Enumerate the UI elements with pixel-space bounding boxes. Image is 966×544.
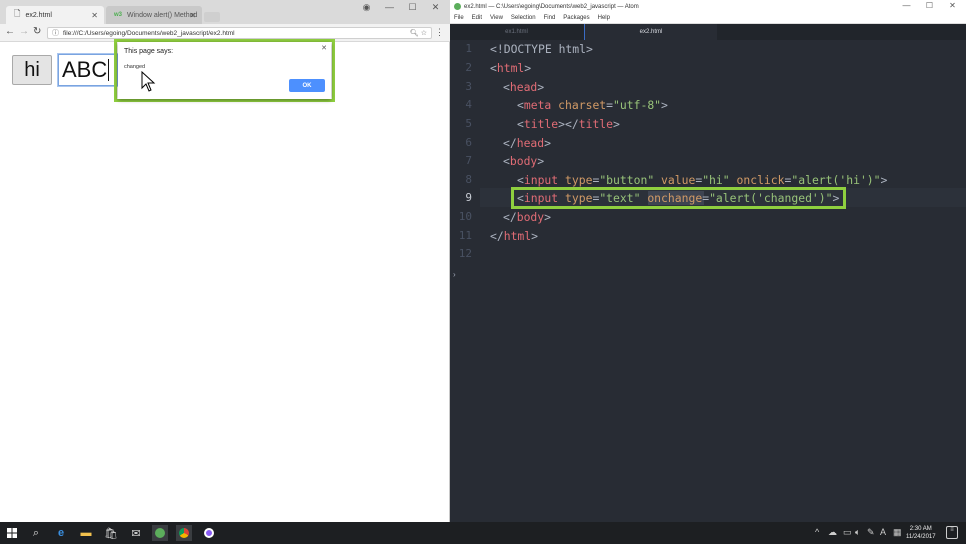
atom-editor-window: ex2.html — C:\Users\egoing\Documents\web… — [450, 0, 966, 522]
volume-icon[interactable]: 🔈︎ — [855, 527, 860, 538]
taskbar-clock[interactable]: 2:30 AM 11/24/2017 — [906, 525, 936, 541]
tab-ex2[interactable]: ex2.html — [584, 24, 717, 40]
hi-button[interactable]: hi — [12, 55, 52, 85]
menu-help[interactable]: Help — [598, 13, 610, 23]
browser-window-controls: ◉ — ☐ ✕ — [355, 2, 447, 14]
page-icon: 🗋 — [14, 9, 21, 18]
editor-menu-bar: File Edit View Selection Find Packages H… — [450, 13, 966, 24]
ok-button[interactable]: OK — [289, 79, 325, 92]
code-line-5: <title></title> — [517, 117, 620, 131]
tab-label: ex2.html — [25, 11, 52, 19]
menu-view[interactable]: View — [490, 13, 503, 23]
editor-tab-bar: ex1.html ex2.html — [450, 24, 966, 40]
new-tab-button[interactable] — [204, 12, 220, 22]
line-number: 11 — [458, 229, 472, 242]
minimize-icon[interactable]: — — [895, 1, 918, 13]
atom-app-icon[interactable] — [152, 525, 168, 541]
text-input[interactable]: ABC — [58, 54, 118, 86]
keyboard-icon[interactable]: ▦ — [893, 527, 902, 538]
pen-icon[interactable]: ✎ — [867, 527, 875, 538]
search-icon[interactable]: ⌕ — [28, 525, 44, 541]
notification-icon[interactable]: ≡ — [946, 526, 958, 539]
edge-browser-icon[interactable]: e — [53, 525, 69, 541]
close-icon[interactable]: ✕ — [424, 2, 447, 14]
maximize-icon[interactable]: ☐ — [918, 1, 941, 13]
code-line-2: <html> — [490, 61, 532, 75]
bookmark-star-icon[interactable]: 🔍︎ ☆ — [410, 29, 427, 37]
profile-icon[interactable]: ◉ — [355, 2, 378, 14]
address-bar[interactable]: ⓘ file:///C:/Users/egoing/Documents/web2… — [47, 27, 432, 39]
menu-selection[interactable]: Selection — [511, 13, 536, 23]
line-number: 4 — [465, 98, 472, 111]
recorder-app-icon[interactable] — [201, 525, 217, 541]
w3-icon: w3 — [114, 12, 123, 18]
chrome-app-icon[interactable] — [176, 525, 192, 541]
text-input-value: ABC — [62, 57, 108, 82]
code-line-3: <head> — [503, 80, 545, 94]
atom-logo-icon — [454, 3, 461, 10]
tab-close-icon[interactable]: ✕ — [91, 11, 98, 20]
close-icon[interactable]: ✕ — [941, 1, 964, 13]
line-number: 8 — [465, 173, 472, 186]
language-icon[interactable]: A — [880, 527, 886, 537]
menu-find[interactable]: Find — [544, 13, 556, 23]
line-number: 12 — [458, 247, 472, 260]
code-line-7: <body> — [503, 154, 545, 168]
reload-icon[interactable]: ↻ — [33, 26, 41, 37]
code-line-4: <meta charset="utf-8"> — [517, 98, 668, 112]
close-icon[interactable]: ✕ — [321, 44, 327, 52]
browser-tab-ex2[interactable]: 🗋 ex2.html ✕ — [6, 6, 104, 24]
windows-start-icon[interactable] — [4, 525, 20, 541]
tray-chevron-icon[interactable]: ^ — [815, 527, 819, 537]
maximize-icon[interactable]: ☐ — [401, 2, 424, 14]
alert-message: changed — [124, 64, 146, 70]
code-line-8: <input type="button" value="hi" onclick=… — [517, 173, 888, 187]
tab-ex1[interactable]: ex1.html — [450, 24, 583, 40]
code-line-11: </html> — [490, 229, 539, 243]
tray-network-icon[interactable]: ☁︎ — [828, 527, 837, 538]
browser-tab-w3[interactable]: w3 Window alert() Method ✕ — [106, 6, 202, 24]
tray-display-icon[interactable]: ▭ — [843, 527, 852, 538]
menu-dots-icon[interactable]: ⋮ — [435, 27, 444, 38]
mail-icon[interactable]: ✉︎ — [128, 525, 144, 541]
alert-title: This page says: — [124, 48, 174, 55]
file-explorer-icon[interactable]: ▬ — [78, 525, 94, 541]
fold-chevron-icon[interactable]: › — [453, 270, 456, 279]
line-number: 6 — [465, 136, 472, 149]
line-number-active: 9 — [465, 191, 472, 204]
browser-tab-bar: 🗋 ex2.html ✕ w3 Window alert() Method ✕ … — [0, 0, 450, 24]
menu-file[interactable]: File — [454, 13, 464, 23]
code-line-1: <!DOCTYPE html> — [490, 42, 593, 56]
line-number: 2 — [465, 61, 472, 74]
line-number: 1 — [465, 42, 472, 55]
url-text: file:///C:/Users/egoing/Documents/web2_j… — [63, 29, 235, 37]
line-number: 7 — [465, 154, 472, 167]
editor-window-controls: — ☐ ✕ — [895, 1, 964, 13]
forward-arrow-icon[interactable]: → — [19, 26, 29, 37]
line-number: 3 — [465, 80, 472, 93]
line-number: 5 — [465, 117, 472, 130]
menu-packages[interactable]: Packages — [563, 13, 589, 23]
info-icon[interactable]: ⓘ — [52, 28, 59, 38]
mouse-cursor-icon — [141, 71, 156, 92]
clock-time: 2:30 AM — [909, 526, 932, 532]
minimize-icon[interactable]: — — [378, 2, 401, 14]
windows-taskbar: ⌕ e ▬ 🛍︎ ✉︎ ^ ☁︎ ▭ 🔈︎ ✎ A ▦ 2:30 AM 11/2… — [0, 522, 966, 544]
tab-close-icon[interactable]: ✕ — [189, 11, 196, 20]
code-line-6: </head> — [503, 136, 552, 150]
menu-edit[interactable]: Edit — [472, 13, 482, 23]
tab-label: Window alert() Method — [127, 11, 198, 19]
code-line-10: </body> — [503, 210, 552, 224]
code-highlight-box — [511, 187, 846, 209]
line-number: 10 — [458, 210, 472, 223]
back-arrow-icon[interactable]: ← — [5, 26, 15, 37]
text-caret — [108, 59, 110, 81]
store-icon[interactable]: 🛍︎ — [103, 525, 119, 541]
editor-title-bar: ex2.html — C:\Users\egoing\Documents\web… — [450, 0, 966, 13]
clock-date: 11/24/2017 — [906, 534, 936, 540]
editor-title: ex2.html — C:\Users\egoing\Documents\web… — [464, 3, 639, 10]
